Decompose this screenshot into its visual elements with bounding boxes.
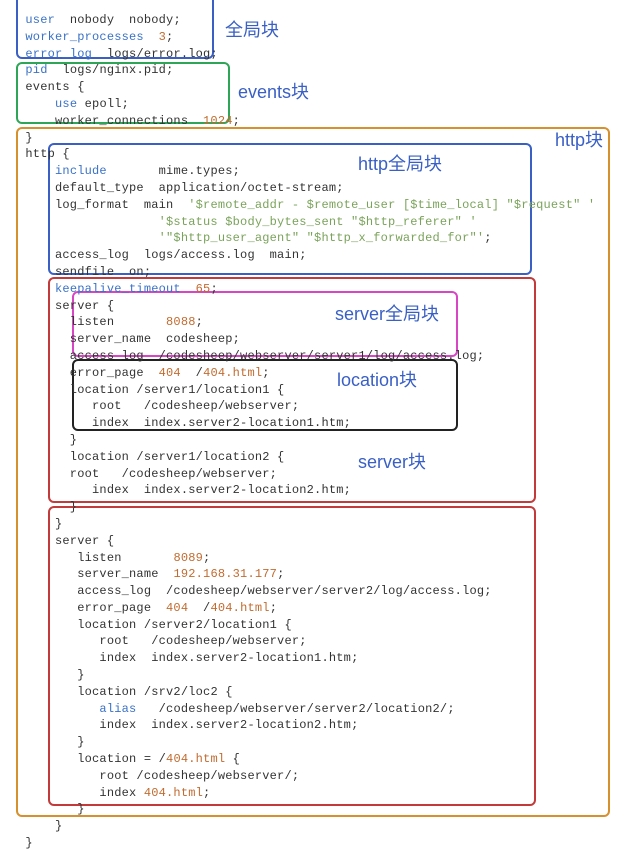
nginx-config-code: user nobody nobody; worker_processes 3; … — [18, 12, 595, 852]
